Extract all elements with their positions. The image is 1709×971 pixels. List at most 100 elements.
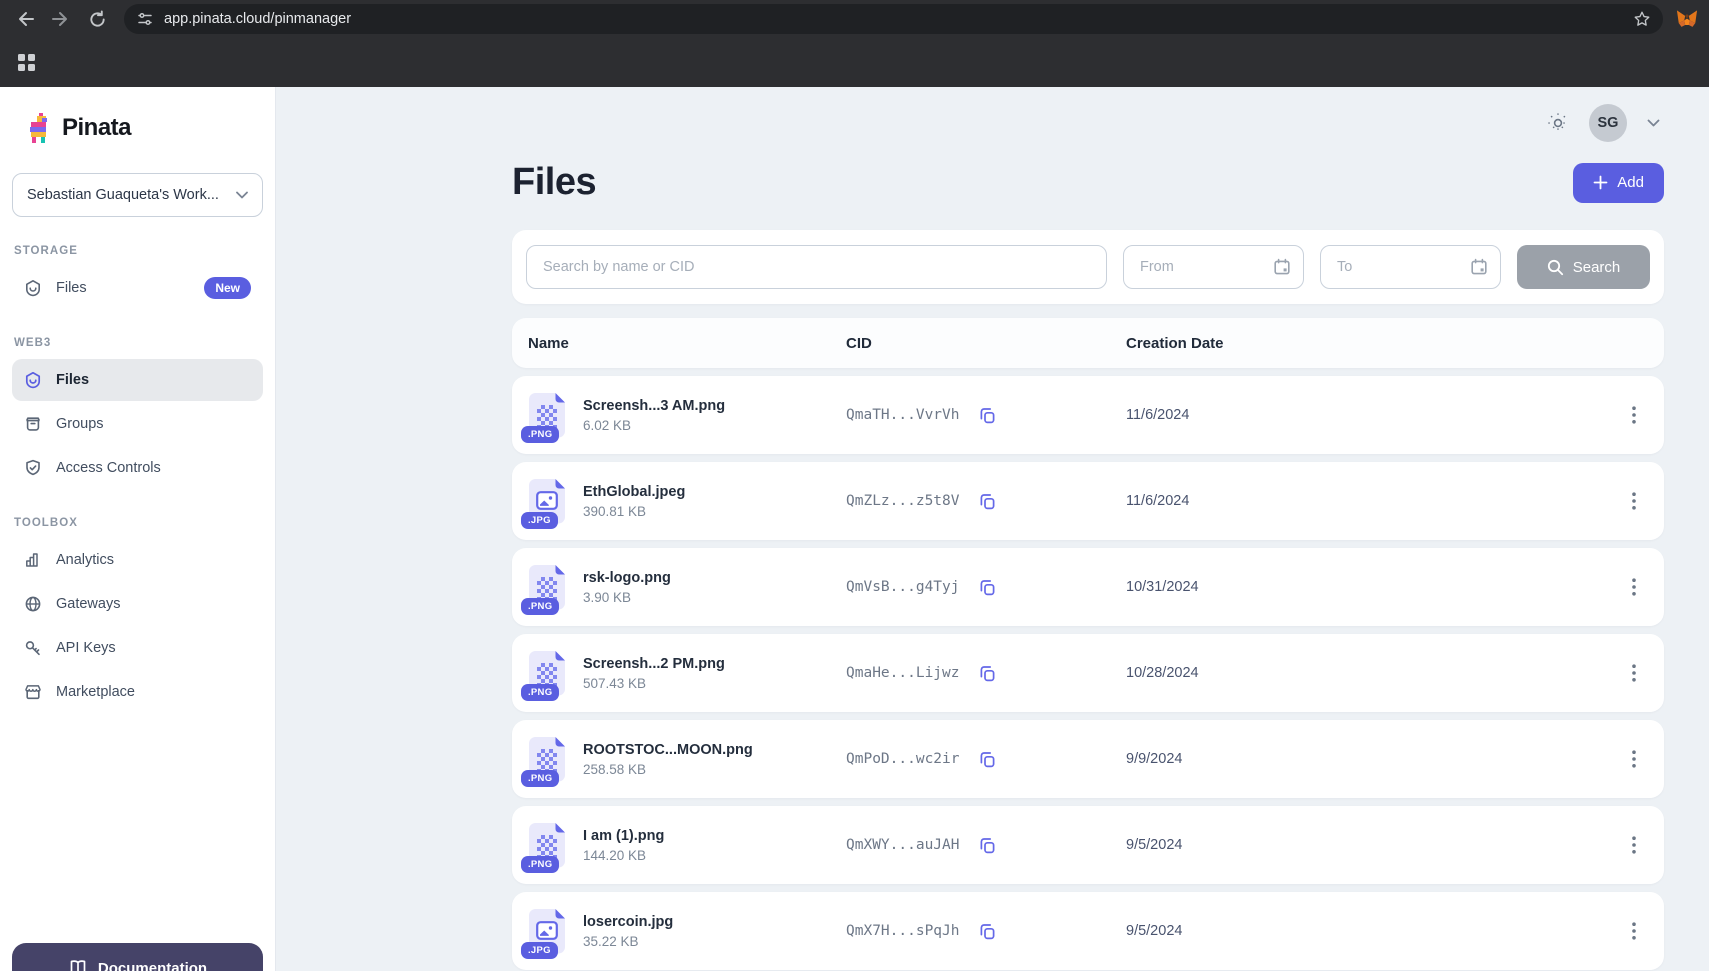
creation-date: 9/9/2024	[1126, 751, 1614, 767]
copy-icon	[978, 578, 997, 597]
row-menu-button[interactable]	[1618, 915, 1650, 947]
file-type-badge: .PNG	[521, 770, 559, 787]
file-name: ROOTSTOC...MOON.png	[583, 742, 753, 758]
copy-cid-button[interactable]	[976, 404, 999, 427]
file-size: 507.43 KB	[583, 676, 725, 691]
calendar-icon	[1470, 258, 1488, 276]
section-label-toolbox: TOOLBOX	[0, 517, 275, 529]
chevron-down-icon	[1647, 119, 1660, 128]
plus-icon	[1593, 175, 1608, 190]
bookmark-star-icon[interactable]	[1633, 10, 1651, 28]
documentation-label: Documentation	[98, 960, 207, 971]
table-row[interactable]: .JPG EthGlobal.jpeg 390.81 KB QmZLz...z5…	[512, 462, 1664, 540]
search-button[interactable]: Search	[1517, 245, 1650, 289]
copy-icon	[978, 406, 997, 425]
files-icon	[24, 371, 42, 389]
apps-grid-icon	[18, 54, 35, 71]
browser-back-button[interactable]	[10, 4, 40, 34]
row-menu-button[interactable]	[1618, 399, 1650, 431]
row-menu-button[interactable]	[1618, 829, 1650, 861]
metamask-extension-icon[interactable]	[1675, 7, 1699, 31]
sidebar-item-label: Access Controls	[56, 460, 161, 476]
kebab-icon	[1632, 664, 1636, 682]
file-name: Screensh...3 AM.png	[583, 398, 725, 414]
site-settings-icon[interactable]	[136, 10, 154, 28]
file-name-cell: .PNG Screensh...2 PM.png 507.43 KB	[528, 650, 846, 696]
copy-cid-button[interactable]	[976, 490, 999, 513]
browser-address-bar[interactable]: app.pinata.cloud/pinmanager	[124, 4, 1663, 34]
copy-icon	[978, 750, 997, 769]
file-type-badge: .PNG	[521, 856, 559, 873]
table-row[interactable]: .PNG Screensh...3 AM.png 6.02 KB QmaTH..…	[512, 376, 1664, 454]
copy-cid-button[interactable]	[976, 920, 999, 943]
date-from-input[interactable]	[1123, 245, 1304, 289]
file-type-icon: .PNG	[528, 822, 566, 868]
sidebar-item-api-keys[interactable]: API Keys	[12, 627, 263, 669]
copy-cid-button[interactable]	[976, 834, 999, 857]
file-type-icon: .PNG	[528, 650, 566, 696]
table-row[interactable]: .PNG rsk-logo.png 3.90 KB QmVsB...g4Tyj …	[512, 548, 1664, 626]
sidebar-item-marketplace[interactable]: Marketplace	[12, 671, 263, 713]
documentation-button[interactable]: Documentation	[12, 943, 263, 971]
pinata-logo[interactable]: Pinata	[26, 113, 275, 143]
sidebar-item-groups[interactable]: Groups	[12, 403, 263, 445]
sidebar-item-web3-files[interactable]: Files	[12, 359, 263, 401]
copy-icon	[978, 922, 997, 941]
sidebar-item-storage-files[interactable]: Files New	[12, 267, 263, 309]
file-name: Screensh...2 PM.png	[583, 656, 725, 672]
file-name-cell: .JPG losercoin.jpg 35.22 KB	[528, 908, 846, 954]
theme-toggle-button[interactable]	[1543, 108, 1573, 138]
browser-reload-button[interactable]	[82, 4, 112, 34]
table-row[interactable]: .PNG Screensh...2 PM.png 507.43 KB QmaHe…	[512, 634, 1664, 712]
file-size: 144.20 KB	[583, 848, 664, 863]
creation-date: 9/5/2024	[1126, 837, 1614, 853]
cid-value: QmZLz...z5t8V	[846, 493, 960, 509]
creation-date: 10/28/2024	[1126, 665, 1614, 681]
file-type-badge: .PNG	[521, 598, 559, 615]
file-name: rsk-logo.png	[583, 570, 671, 586]
row-menu-button[interactable]	[1618, 571, 1650, 603]
book-icon	[68, 959, 88, 971]
avatar[interactable]: SG	[1589, 104, 1627, 142]
sidebar-item-access-controls[interactable]: Access Controls	[12, 447, 263, 489]
apps-grid-button[interactable]	[9, 46, 43, 80]
copy-cid-button[interactable]	[976, 576, 999, 599]
file-type-icon: .JPG	[528, 908, 566, 954]
creation-date: 11/6/2024	[1126, 493, 1614, 509]
browser-forward-button[interactable]	[46, 4, 76, 34]
row-menu-button[interactable]	[1618, 743, 1650, 775]
table-row[interactable]: .JPG losercoin.jpg 35.22 KB QmX7H...sPqJ…	[512, 892, 1664, 970]
browser-bookmarks-bar	[0, 38, 1709, 87]
copy-cid-button[interactable]	[976, 748, 999, 771]
back-arrow-icon	[15, 9, 35, 29]
date-to-input[interactable]	[1320, 245, 1501, 289]
add-button[interactable]: Add	[1573, 163, 1664, 203]
copy-cid-button[interactable]	[976, 662, 999, 685]
logo-text: Pinata	[62, 114, 131, 142]
workspace-selector[interactable]: Sebastian Guaqueta's Work...	[12, 173, 263, 217]
page-title: Files	[512, 161, 596, 204]
cid-value: QmPoD...wc2ir	[846, 751, 960, 767]
key-icon	[24, 639, 42, 657]
creation-date: 11/6/2024	[1126, 407, 1614, 423]
search-input[interactable]	[526, 245, 1107, 289]
image-glyph	[536, 491, 558, 510]
url-text[interactable]: app.pinata.cloud/pinmanager	[164, 11, 1623, 27]
date-to-field[interactable]	[1337, 259, 1462, 275]
row-menu-button[interactable]	[1618, 485, 1650, 517]
file-name: losercoin.jpg	[583, 914, 673, 930]
search-icon	[1547, 259, 1564, 276]
cid-cell: QmVsB...g4Tyj	[846, 576, 1126, 599]
table-row[interactable]: .PNG ROOTSTOC...MOON.png 258.58 KB QmPoD…	[512, 720, 1664, 798]
account-menu-button[interactable]	[1643, 115, 1664, 132]
new-badge: New	[204, 277, 251, 299]
account-topbar: SG	[512, 101, 1664, 145]
sidebar-item-label: Files	[56, 280, 87, 296]
table-row[interactable]: .PNG I am (1).png 144.20 KB QmXWY...auJA…	[512, 806, 1664, 884]
analytics-icon	[24, 551, 42, 569]
sidebar-item-analytics[interactable]: Analytics	[12, 539, 263, 581]
date-from-field[interactable]	[1140, 259, 1265, 275]
cid-cell: QmPoD...wc2ir	[846, 748, 1126, 771]
row-menu-button[interactable]	[1618, 657, 1650, 689]
sidebar-item-gateways[interactable]: Gateways	[12, 583, 263, 625]
